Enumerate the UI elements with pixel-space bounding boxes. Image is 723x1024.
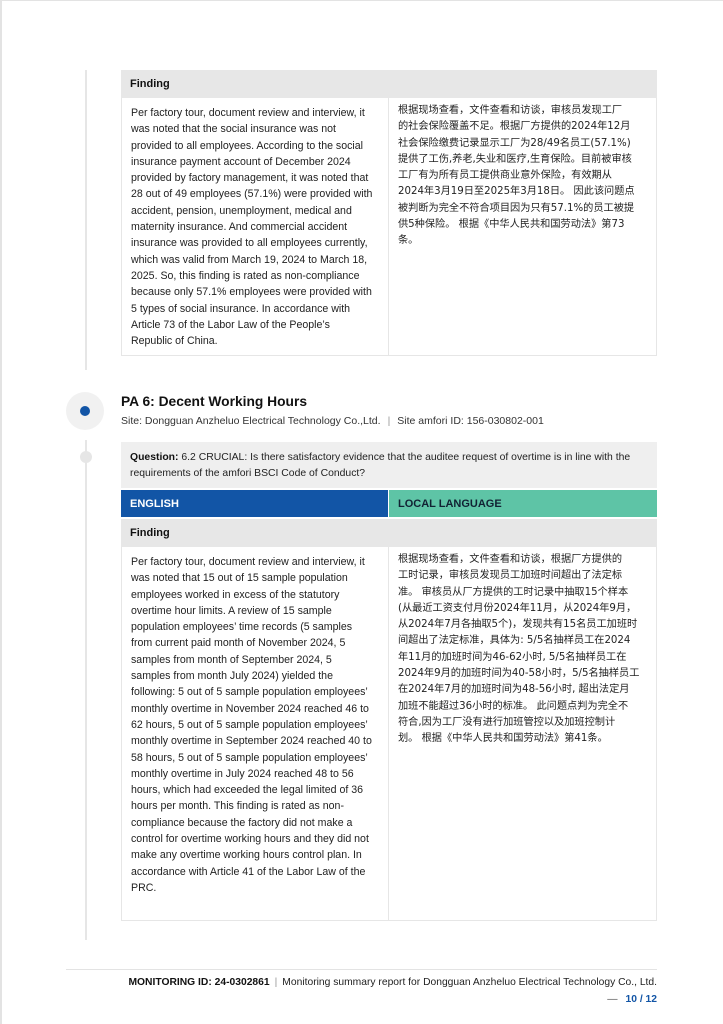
finding-table-working-hours: Finding Per factory tour, document revie… [121,519,657,921]
footer-separator: | [274,977,278,988]
finding-local-text: 根据现场查看，文件查看和访谈，审核员发现工厂 的社会保险覆盖不足。根据厂方提供的… [398,105,635,247]
site-info-line: Site: Dongguan Anzheluo Electrical Techn… [121,415,544,427]
site-name: Site: Dongguan Anzheluo Electrical Techn… [121,415,381,427]
page-top-border [0,0,723,1]
page-left-border [0,0,2,1024]
english-column-header: ENGLISH [121,490,389,517]
site-amfori-id: Site amfori ID: 156-030802-001 [397,415,544,427]
finding-header: Finding [121,70,657,98]
timeline-line-lower [85,440,87,940]
section-title: PA 6: Decent Working Hours [121,394,308,409]
finding-row: Per factory tour, document review and in… [121,547,657,921]
finding-row: Per factory tour, document review and in… [121,98,657,356]
section-marker-icon [66,392,104,430]
footer-info: MONITORING ID: 24-0302861 | Monitoring sum… [128,977,657,988]
question-marker-dot [80,451,92,463]
page-indicator: 10 / 12 [625,994,658,1005]
finding-header: Finding [121,519,657,547]
footer-divider [66,969,657,970]
report-title: Monitoring summary report for Dongguan A… [282,977,657,988]
site-separator: | [387,415,391,427]
timeline-line-upper [85,70,87,370]
question-box: Question: 6.2 CRUCIAL: Is there satisfac… [121,442,657,488]
question-text: 6.2 CRUCIAL: Is there satisfactory evide… [130,452,631,479]
question-label: Question: [130,452,179,463]
local-language-column-header: LOCAL LANGUAGE [389,490,657,517]
finding-english-text: Per factory tour, document review and in… [122,547,389,920]
language-header-row: ENGLISH LOCAL LANGUAGE [121,490,657,517]
page-number: — 10 / 12 [607,994,657,1005]
page-dash: — [607,994,618,1005]
finding-local-text: 根据现场查看，文件查看和访谈，根据厂方提供的 工时记录，审核员发现员工加班时间超… [398,554,640,745]
finding-table-social-insurance: Finding Per factory tour, document revie… [121,70,657,356]
finding-english-text: Per factory tour, document review and in… [122,98,389,355]
monitoring-id: MONITORING ID: 24-0302861 [128,977,270,988]
section-marker-dot [80,406,90,416]
